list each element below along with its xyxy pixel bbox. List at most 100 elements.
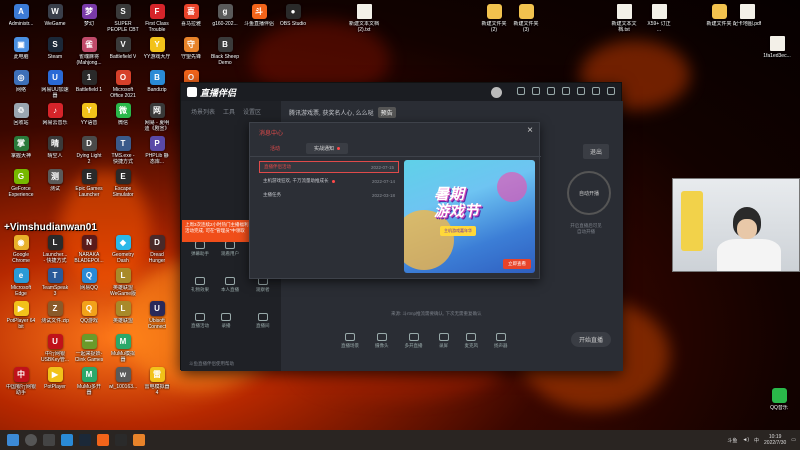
desktop-icon[interactable]: V Battlefield V bbox=[104, 37, 142, 60]
tab-tools[interactable]: 工具 bbox=[223, 107, 235, 116]
help-link[interactable]: 斗鱼直播伴侣使用帮助 bbox=[189, 361, 234, 367]
desktop-icon[interactable]: 一一起来捉妖- Clink Games bbox=[70, 334, 108, 363]
desktop-icon[interactable]: 梦梦幻 bbox=[70, 4, 108, 27]
desktop-icon[interactable]: U Ubisoft Connect bbox=[138, 301, 176, 330]
desktop-icon[interactable]: T TMS.exe - 快捷方式 bbox=[104, 136, 142, 165]
desktop-icon[interactable]: M MuMu多开 器 bbox=[70, 367, 108, 396]
bottom-camera[interactable]: 摄像头 bbox=[375, 343, 389, 349]
start-live-button[interactable]: 开始直播 bbox=[570, 332, 611, 347]
tool-record[interactable]: 录播 bbox=[222, 323, 231, 329]
steam-taskbar-icon[interactable] bbox=[79, 434, 91, 446]
desktop-icon[interactable]: Y YY语音 bbox=[70, 103, 108, 126]
tool-danmaku[interactable]: 弹幕助手 bbox=[191, 251, 209, 257]
minimize-icon[interactable] bbox=[577, 86, 585, 95]
desktop-icon[interactable]: D Dread Hunger bbox=[138, 235, 176, 264]
desktop-icon[interactable]: P PHPLib 静 态库... bbox=[138, 136, 176, 165]
desktop-icon[interactable]: B Black Sheep Demo bbox=[206, 37, 244, 66]
tray-douyu[interactable]: 斗鱼 bbox=[727, 437, 737, 444]
close-icon[interactable] bbox=[607, 86, 615, 95]
notice-row[interactable]: 主机游戏狂欢, 千万流量助推成长 2022-07-14 bbox=[259, 175, 399, 187]
desktop-icon[interactable]: Q QQ游戏 bbox=[70, 301, 108, 324]
desktop-icon[interactable]: N NARAKA BLADEPOI... bbox=[70, 235, 108, 264]
notice-tag[interactable]: 预告 bbox=[377, 107, 396, 118]
desktop-icon[interactable]: 晴晴空人 bbox=[36, 136, 74, 159]
desktop-icon[interactable]: ♲ 回收站 bbox=[2, 103, 40, 126]
tab-activity[interactable]: 活动 bbox=[262, 143, 288, 154]
desktop-icon[interactable]: 雀雀魂麻将 (Mahjong... bbox=[70, 37, 108, 66]
tab-notices[interactable]: 实战通知 bbox=[306, 143, 349, 154]
gift-icon[interactable] bbox=[532, 86, 540, 95]
desktop-icon[interactable]: 1 Battlefield 1 bbox=[70, 70, 108, 93]
notice-row[interactable]: 主播任务 2022-03-18 bbox=[259, 189, 399, 201]
desktop-icon[interactable]: ▶ PotPlayer bbox=[36, 367, 74, 390]
dialog-close-button[interactable]: × bbox=[527, 125, 533, 136]
tool-room[interactable]: 直播间 bbox=[256, 323, 270, 329]
desktop-icon[interactable]: e Microsoft Edge bbox=[2, 268, 40, 297]
user-avatar[interactable] bbox=[491, 86, 502, 98]
tool-observer[interactable]: 观察者 bbox=[256, 287, 270, 293]
desktop-icon[interactable]: D Dying Light 2 bbox=[70, 136, 108, 165]
banner-view-button[interactable]: 立即查看 bbox=[503, 259, 531, 269]
desktop-icon[interactable]: 网网易 - 夏明 迪《剧宣》 bbox=[138, 103, 176, 132]
desktop-icon[interactable]: g g160-202... bbox=[206, 4, 244, 27]
notice-row[interactable]: 直播伴侣活动 2022-07-15 bbox=[259, 161, 399, 173]
bottom-multi[interactable]: 多开直播 bbox=[405, 343, 423, 349]
desktop-icon[interactable]: 喜喜马拉雅 bbox=[172, 4, 210, 27]
clock[interactable]: 10:19 2022/7/30 bbox=[764, 434, 786, 446]
desktop-icon[interactable]: 掌掌握大神 bbox=[2, 136, 40, 159]
desktop-icon[interactable]: M MuMu模拟 器 bbox=[104, 334, 142, 363]
tool-gift-effect[interactable]: 礼物效果 bbox=[191, 287, 209, 293]
desktop-icon[interactable]: S Steam bbox=[36, 37, 74, 60]
desktop-icon[interactable]: 测测试 bbox=[36, 169, 74, 192]
desktop-icon[interactable]: L 英雄联盟 WeGame版 bbox=[104, 268, 142, 297]
desktop-icon[interactable]: W WeGame bbox=[36, 4, 74, 27]
menu-icon[interactable] bbox=[562, 86, 570, 95]
desktop-file[interactable]: X59+ 订正 ... bbox=[640, 4, 678, 33]
desktop-file[interactable]: 新建文本文档 (2).txt bbox=[345, 4, 383, 33]
desktop-icon[interactable]: ◉ Google Chrome bbox=[2, 235, 40, 264]
maximize-icon[interactable] bbox=[592, 86, 600, 95]
desktop-icon[interactable]: ▶ PotPlayer 64 bit bbox=[2, 301, 40, 330]
desktop-icon[interactable]: F First Class Trouble bbox=[138, 4, 176, 33]
desktop-icon[interactable]: S SUPER PEOPLE CBT bbox=[104, 4, 142, 33]
desktop-icon[interactable]: 微微信 bbox=[104, 103, 142, 126]
headset-icon[interactable] bbox=[517, 86, 525, 95]
auto-start-button[interactable]: 自动开播 bbox=[567, 171, 611, 215]
tool-viewers[interactable]: 观看用户 bbox=[221, 251, 239, 257]
bottom-screen[interactable]: 录屏 bbox=[439, 343, 448, 349]
desktop-icon[interactable]: w wl_100163... bbox=[104, 367, 142, 390]
desktop-icon[interactable]: B Bandizip bbox=[138, 70, 176, 93]
obs-taskbar-icon[interactable] bbox=[115, 434, 127, 446]
desktop-icon[interactable]: 守守望先锋 bbox=[172, 37, 210, 60]
notification-icon[interactable]: ▭ bbox=[791, 437, 796, 443]
desktop-icon[interactable]: U 中行网银 USBKey管... bbox=[36, 334, 74, 363]
desktop-icon[interactable]: ◎ 网络 bbox=[2, 70, 40, 93]
desktop-icon[interactable]: A Administr... bbox=[2, 4, 40, 27]
exit-button[interactable]: 退出 bbox=[582, 144, 609, 159]
desktop-icon[interactable]: Y YY游戏大厅 bbox=[138, 37, 176, 60]
reward-toast[interactable]: 上周3次连续2小时热门主播福利 活动完成, 可在"管理员"中领取 bbox=[182, 220, 252, 242]
bottom-mic[interactable]: 麦克风 bbox=[465, 343, 479, 349]
bottom-speaker[interactable]: 扬声器 bbox=[494, 343, 508, 349]
edge-taskbar-icon[interactable] bbox=[61, 434, 73, 446]
message-center-dialog[interactable]: 消息中心 × 活动 实战通知 直播伴侣活动 2022-07-15 主机游戏狂欢, 千… bbox=[249, 122, 541, 279]
desktop-icon[interactable]: L Launcher... - 快捷方式 bbox=[36, 235, 74, 264]
desktop-icon[interactable]: E Epic Games Launcher bbox=[70, 169, 108, 198]
desktop-icon[interactable]: E Escape Simulator bbox=[104, 169, 142, 198]
desktop-icon[interactable]: 中中国银行网银 助手 bbox=[2, 367, 40, 396]
desktop-file[interactable]: 配卡地图.pdf bbox=[728, 4, 766, 27]
desktop-file[interactable]: 1fa1ed3ec... bbox=[758, 36, 796, 59]
volume-icon[interactable]: ◄) bbox=[742, 437, 749, 443]
desktop-icon[interactable]: O Microsoft Office 2021 bbox=[104, 70, 142, 99]
desktop-icon[interactable]: ♪ 网易云音乐 bbox=[36, 103, 74, 126]
desktop-file[interactable]: QQ音乐 bbox=[760, 388, 798, 411]
douyu-taskbar-icon[interactable] bbox=[97, 434, 109, 446]
desktop-icon[interactable]: ◆ Geometry Dash bbox=[104, 235, 142, 264]
desktop-icon[interactable]: Z 测试文件.zip bbox=[36, 301, 74, 324]
mail-icon[interactable] bbox=[547, 86, 555, 95]
desktop-file[interactable]: 新建文本文 档.txt bbox=[605, 4, 643, 33]
desktop-icon[interactable]: 雷雷电模拟器 4 bbox=[138, 367, 176, 396]
tab-scenes[interactable]: 场景列表 bbox=[191, 107, 215, 116]
desktop-icon[interactable]: T TeamSpeak 3 bbox=[36, 268, 74, 297]
desktop-icon[interactable]: G GeForce Experience bbox=[2, 169, 40, 198]
